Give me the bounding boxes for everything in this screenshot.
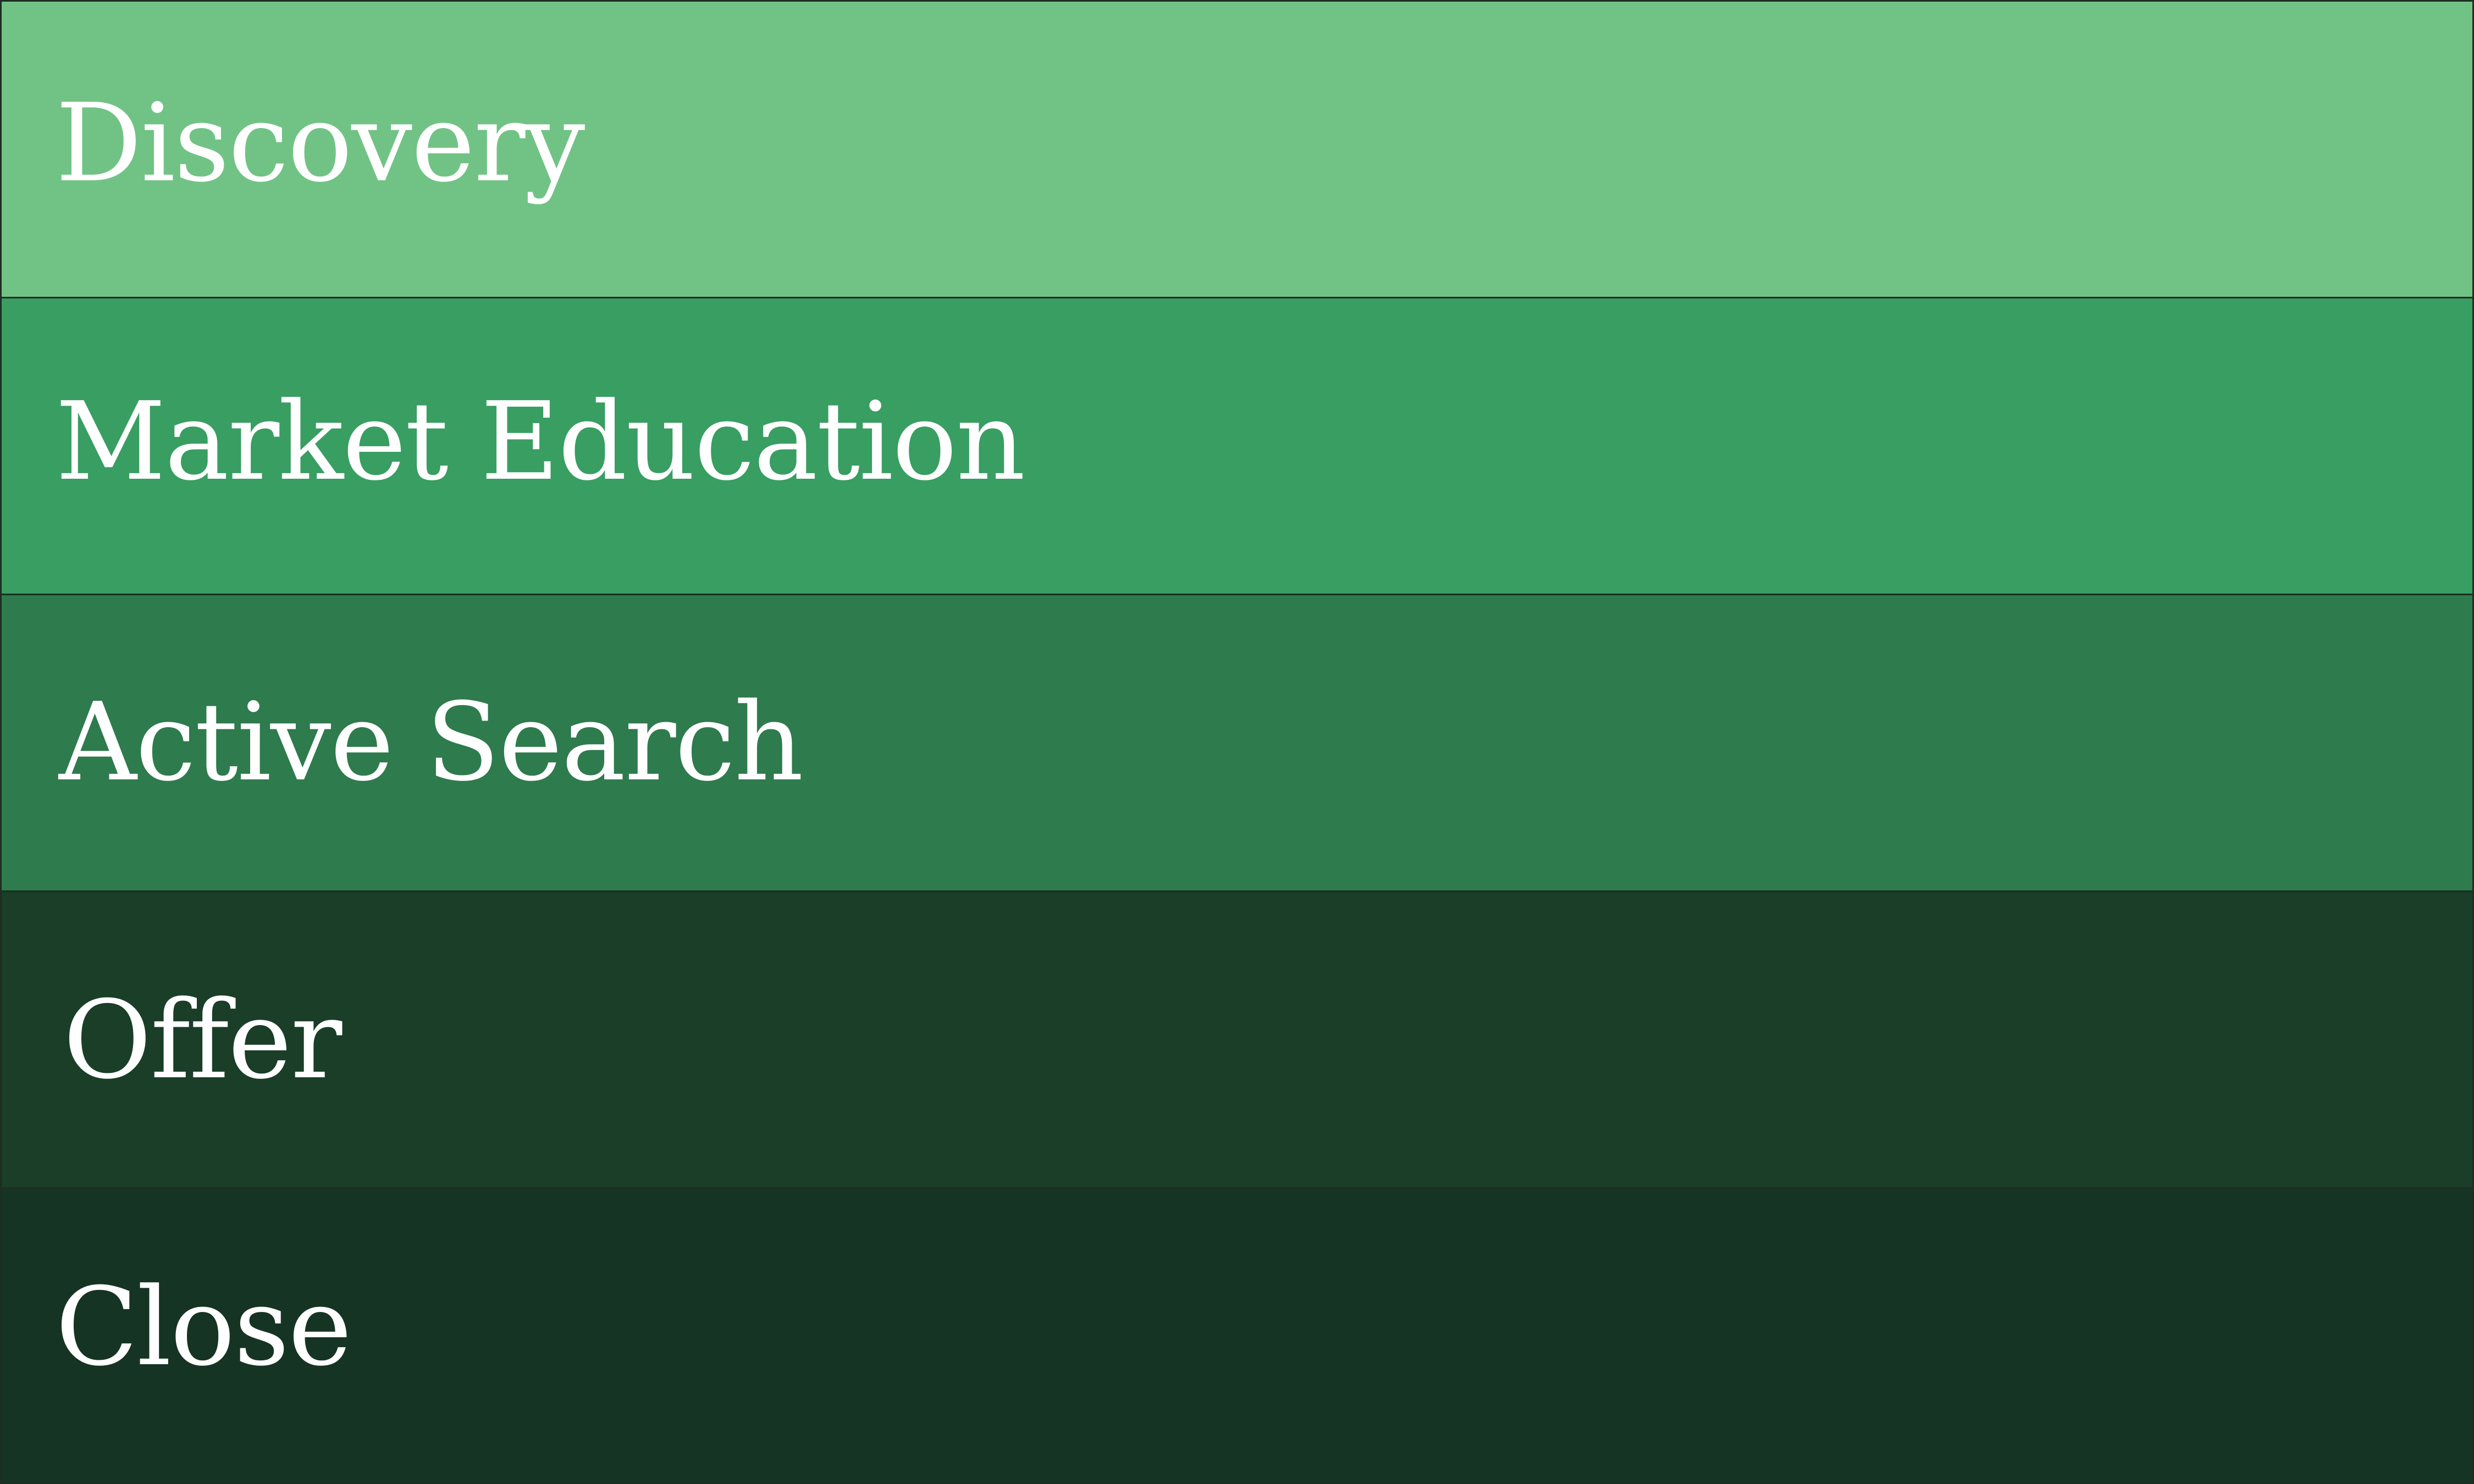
stage-market-education: Market Education — [0, 297, 2474, 594]
stage-list: Discovery Market Education Active Search… — [0, 0, 2474, 1484]
stage-label-market-education: Market Education — [56, 379, 1025, 505]
stage-discovery: Discovery — [0, 0, 2474, 297]
stage-label-active-search: Active Search — [59, 680, 804, 805]
stage-close: Close — [0, 1187, 2474, 1484]
stage-label-discovery: Discovery — [56, 81, 585, 206]
stage-label-close: Close — [56, 1265, 352, 1390]
stage-label-offer: Offer — [63, 978, 342, 1103]
stage-active-search: Active Search — [0, 594, 2474, 890]
stage-offer: Offer — [0, 890, 2474, 1187]
